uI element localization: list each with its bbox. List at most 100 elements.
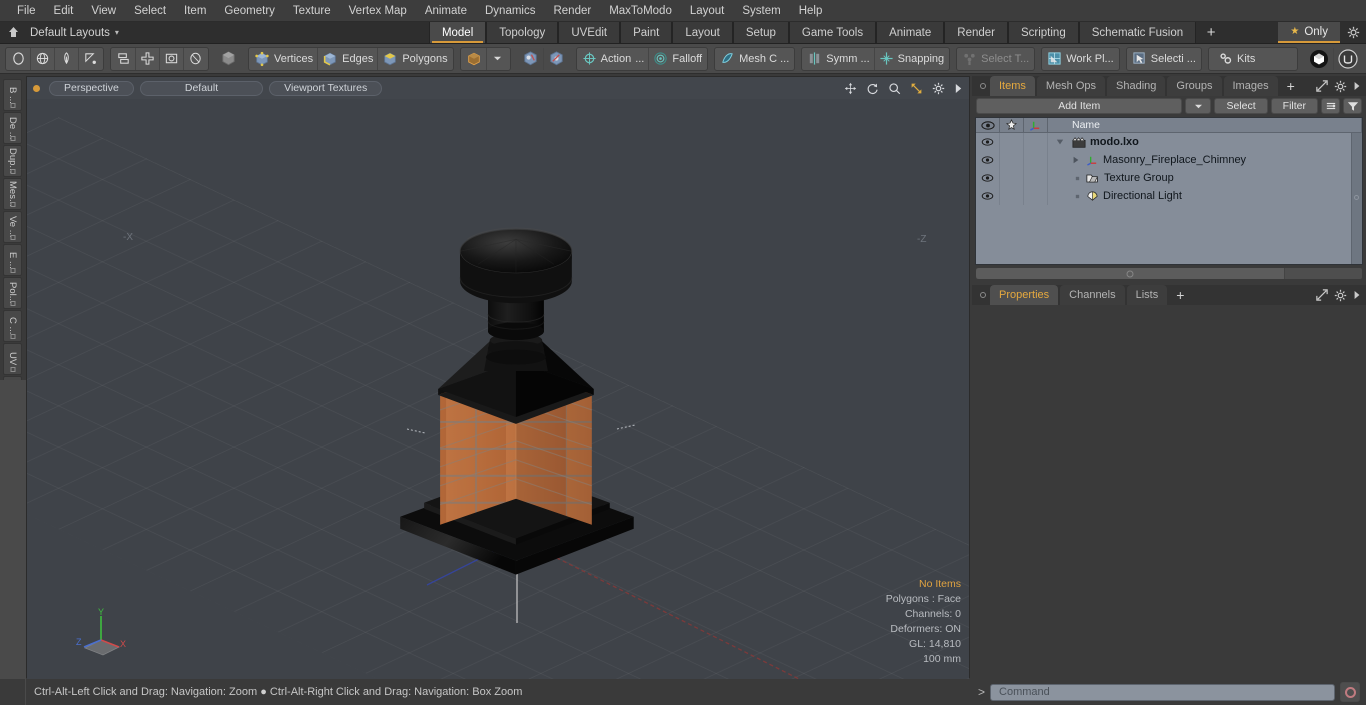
expand-triangle-icon[interactable]	[1052, 138, 1068, 146]
record-icon[interactable]	[1340, 682, 1360, 702]
falloff-button[interactable]: Falloff	[649, 48, 706, 70]
tab-properties[interactable]: Properties	[990, 285, 1059, 305]
unreal-icon[interactable]	[1334, 48, 1362, 70]
left-tab-uv[interactable]: UV	[3, 343, 22, 375]
layout-tab-topology[interactable]: Topology	[486, 22, 559, 43]
list-item[interactable]: Directional Light	[976, 187, 1362, 205]
list-item-name-cell[interactable]: Directional Light	[1048, 190, 1362, 202]
plus-icon[interactable]	[1000, 117, 1024, 133]
funnel-icon[interactable]	[1343, 98, 1362, 114]
gear-icon[interactable]	[1334, 289, 1347, 302]
left-tab-basic[interactable]: B ...	[3, 79, 22, 111]
list-item-name-cell[interactable]: Texture Group	[1048, 172, 1362, 184]
menu-item-vertex-map[interactable]: Vertex Map	[340, 0, 416, 22]
left-tab-curve[interactable]: C ...	[3, 310, 22, 342]
select-through-button[interactable]: Select T...	[958, 48, 1033, 70]
work-plane-button[interactable]: Work Pl...	[1043, 48, 1117, 70]
layout-tab-layout[interactable]: Layout	[672, 22, 733, 43]
tab-shading[interactable]: Shading	[1107, 76, 1166, 96]
add-properties-tab-button[interactable]: +	[1169, 285, 1191, 305]
viewport-shading-selector[interactable]: Viewport Textures	[269, 80, 383, 96]
axis-gizmo[interactable]: Y X Z	[67, 606, 137, 661]
list-item[interactable]: Texture Group	[976, 169, 1362, 187]
tab-images[interactable]: Images	[1223, 76, 1278, 96]
collapse-triangle-icon[interactable]	[1052, 156, 1082, 164]
gear-icon[interactable]	[1340, 22, 1366, 43]
menu-item-item[interactable]: Item	[175, 0, 215, 22]
scrollbar-thumb[interactable]	[976, 268, 1285, 279]
curve-icon[interactable]	[79, 48, 102, 70]
modo-ball-icon[interactable]	[1305, 47, 1334, 70]
scrollbar-thumb[interactable]	[1354, 195, 1359, 200]
panel-menu-dot[interactable]	[976, 285, 990, 305]
list-item[interactable]: modo.lxo	[976, 133, 1362, 151]
list-cell-axis[interactable]	[1024, 133, 1048, 151]
chevron-right-icon[interactable]	[1353, 81, 1361, 91]
layout-tab-uvedit[interactable]: UVEdit	[558, 22, 621, 43]
list-options-icon[interactable]	[1321, 98, 1340, 114]
magnet-a-icon[interactable]	[518, 47, 544, 70]
list-cell-add[interactable]	[1000, 169, 1024, 187]
item-mode-icon[interactable]	[216, 48, 241, 70]
add-layout-tab-button[interactable]: +	[1196, 22, 1227, 43]
gear-icon[interactable]	[932, 82, 945, 95]
tab-mesh-ops[interactable]: Mesh Ops	[1036, 76, 1106, 96]
chevron-down-icon[interactable]	[487, 48, 509, 70]
panel-menu-dot[interactable]	[976, 76, 990, 96]
selection-button[interactable]: Selecti ...	[1128, 48, 1200, 70]
list-cell-add[interactable]	[1000, 133, 1024, 151]
action-center-button[interactable]: Action ...	[578, 47, 650, 70]
viewport-style-selector[interactable]: Default	[139, 80, 264, 96]
add-panel-tab-button[interactable]: +	[1280, 76, 1302, 96]
list-cell-axis[interactable]	[1024, 151, 1048, 169]
eye-icon[interactable]	[976, 133, 1000, 151]
menu-item-geometry[interactable]: Geometry	[215, 0, 284, 22]
status-bar-handle[interactable]	[0, 679, 26, 705]
menu-item-texture[interactable]: Texture	[284, 0, 340, 22]
polygons-mode-button[interactable]: Polygons	[378, 48, 451, 70]
menu-item-dynamics[interactable]: Dynamics	[476, 0, 544, 22]
eye-icon[interactable]	[976, 117, 1000, 133]
default-layouts-selector[interactable]: Default Layouts ▾	[26, 22, 129, 43]
layout-tab-paint[interactable]: Paint	[620, 22, 673, 43]
command-input[interactable]: Command	[990, 683, 1335, 701]
menu-item-view[interactable]: View	[82, 0, 125, 22]
kits-button[interactable]: Kits	[1210, 48, 1296, 70]
chevron-right-icon[interactable]	[954, 83, 963, 94]
tab-channels[interactable]: Channels	[1060, 285, 1125, 305]
menu-item-animate[interactable]: Animate	[416, 0, 476, 22]
select-button[interactable]: Select	[1214, 98, 1268, 114]
menu-item-edit[interactable]: Edit	[45, 0, 83, 22]
axis-icon[interactable]	[1024, 117, 1048, 133]
tab-groups[interactable]: Groups	[1167, 76, 1222, 96]
left-tab-deform[interactable]: De ...	[3, 112, 22, 144]
list-item[interactable]: Masonry_Fireplace_Chimney	[976, 151, 1362, 169]
items-list-horizontal-scrollbar[interactable]	[975, 267, 1363, 280]
expand-icon[interactable]	[1316, 80, 1328, 92]
left-tab-polygon[interactable]: Pol...	[3, 277, 22, 309]
list-item-name-cell[interactable]: modo.lxo	[1048, 136, 1362, 148]
layout-tab-render[interactable]: Render	[944, 22, 1008, 43]
edges-mode-button[interactable]: Edges	[318, 47, 379, 70]
layout-tab-schematic-fusion[interactable]: Schematic Fusion	[1078, 22, 1197, 43]
list-cell-add[interactable]	[1000, 187, 1024, 205]
ellipse-icon[interactable]	[184, 48, 207, 70]
eye-icon[interactable]	[976, 187, 1000, 205]
fit-icon[interactable]	[910, 82, 923, 95]
zoom-icon[interactable]	[888, 82, 901, 95]
tab-items[interactable]: Items	[990, 76, 1035, 96]
magnet-b-icon[interactable]	[544, 48, 569, 70]
layout-tab-scripting[interactable]: Scripting	[1007, 22, 1079, 43]
viewport-menu-dot[interactable]	[33, 84, 40, 92]
tab-lists[interactable]: Lists	[1126, 285, 1168, 305]
viewport-view-selector[interactable]: Perspective	[49, 80, 134, 96]
gear-icon[interactable]	[1334, 80, 1347, 93]
menu-item-select[interactable]: Select	[125, 0, 175, 22]
items-list-vertical-scrollbar[interactable]	[1351, 133, 1362, 264]
menu-item-system[interactable]: System	[733, 0, 789, 22]
home-icon[interactable]	[0, 22, 26, 43]
column-header-name[interactable]: Name	[1048, 117, 1362, 133]
snapping-button[interactable]: Snapping	[875, 48, 949, 70]
left-tab-duplicate[interactable]: Dup...	[3, 145, 22, 177]
layout-tab-setup[interactable]: Setup	[732, 22, 789, 43]
